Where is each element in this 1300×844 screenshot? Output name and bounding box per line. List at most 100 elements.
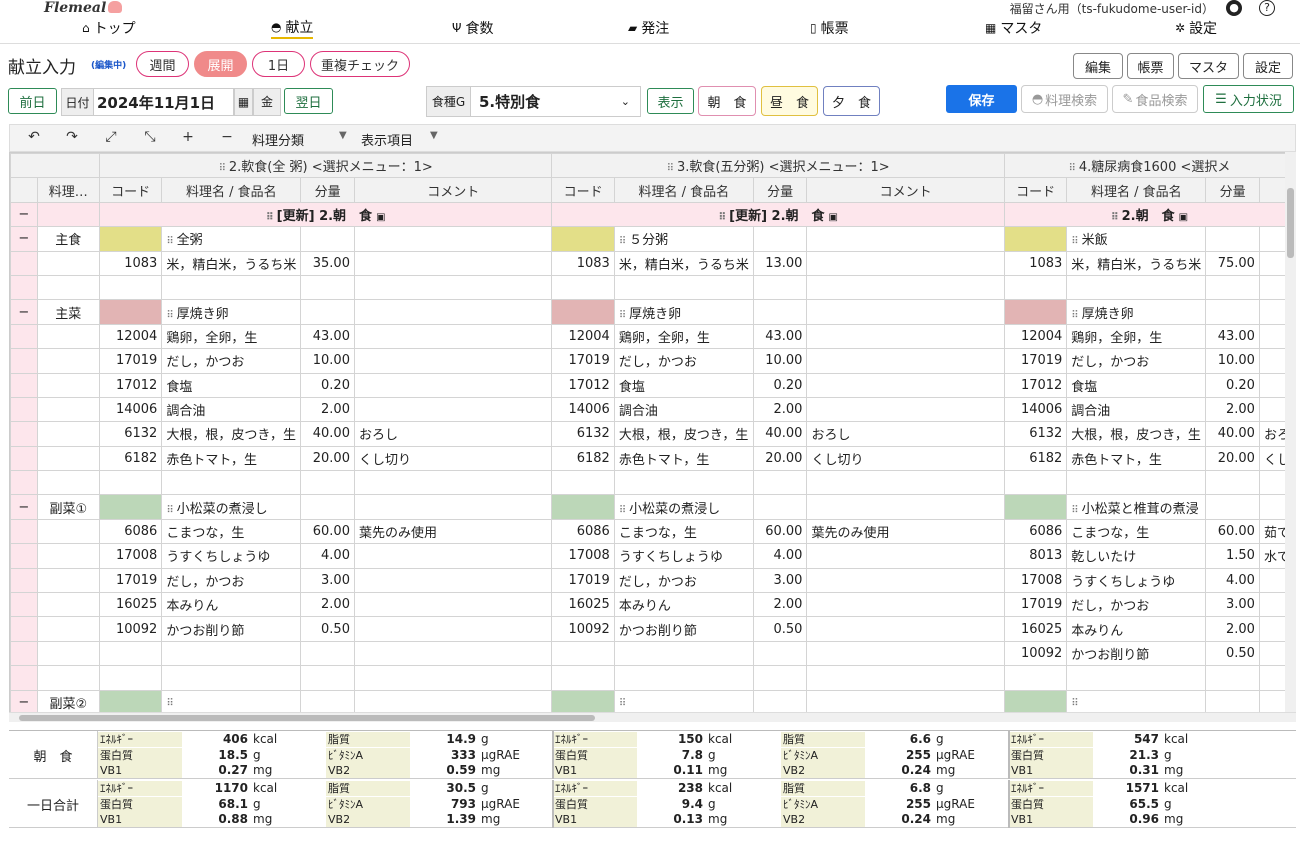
food-name[interactable]: 乾しいたけ [1066,543,1207,569]
food-amount[interactable]: 3.00 [300,567,355,594]
food-name[interactable]: 大根，根，皮つき，生 [161,421,302,447]
master-button[interactable]: マスタ [1178,53,1239,79]
food-amount[interactable]: 13.00 [752,250,808,276]
nav-top[interactable]: ⌂ トップ [82,17,136,39]
show-button[interactable]: 表示 [647,88,694,114]
food-name[interactable]: 調合油 [1066,396,1207,423]
food-name[interactable]: かつお削り節 [1066,640,1207,667]
nav-order[interactable]: ▰ 発注 [628,17,669,39]
food-code[interactable]: 17019 [551,348,615,374]
empty-cell[interactable] [300,470,355,496]
prev-day-button[interactable]: 前日 [8,88,57,114]
food-comment[interactable] [806,640,1005,667]
empty-cell[interactable] [1205,274,1260,301]
empty-cell[interactable] [551,470,615,496]
display-items-dropdown[interactable]: 表示項目 [361,130,413,149]
remove-row-icon[interactable]: − [217,129,237,145]
food-name[interactable]: かつお削り節 [161,616,302,642]
food-comment[interactable]: くし切り [353,445,553,472]
empty-cell[interactable] [551,665,615,691]
food-amount[interactable]: 0.50 [1205,640,1260,667]
food-amount[interactable]: 75.00 [1205,250,1260,276]
food-amount[interactable]: 2.00 [1205,396,1260,423]
food-name[interactable]: 赤色トマト，生 [613,445,754,472]
food-amount[interactable]: 40.00 [752,421,808,447]
food-code[interactable]: 6182 [551,445,615,472]
view-oneday-pill[interactable]: 1日 [252,51,305,77]
food-comment[interactable] [353,543,553,569]
food-amount[interactable]: 60.00 [300,518,355,545]
report-button[interactable]: 帳票 [1127,53,1174,79]
food-code[interactable]: 6182 [98,445,163,472]
food-code[interactable]: 14006 [551,396,615,423]
food-name[interactable]: うすくちしょうゆ [1066,567,1207,594]
food-name[interactable]: 本みりん [1066,616,1207,642]
food-code[interactable]: 12004 [98,323,163,350]
undo-icon[interactable]: ↶ [24,129,44,145]
food-code[interactable]: 17019 [551,567,615,594]
empty-cell[interactable] [161,470,302,496]
empty-cell[interactable] [98,665,163,691]
food-name[interactable]: だし，かつお [161,567,302,594]
dinner-button[interactable]: 夕 食 [823,86,880,116]
food-name[interactable]: 食塩 [1066,372,1207,398]
food-search-button[interactable]: ✎ 食品検索 [1112,85,1198,113]
dish-name-cell[interactable]: ⠿ ５分粥 [613,226,754,252]
empty-cell[interactable] [806,274,1005,301]
dish-name-cell[interactable]: ⠿ [1066,689,1207,715]
date-field[interactable]: 2024年11月1日 [94,88,234,116]
food-code[interactable]: 6132 [551,421,615,447]
food-code[interactable]: 16025 [551,592,615,618]
empty-cell[interactable] [161,274,302,301]
dish-name-cell[interactable]: ⠿ 小松菜と椎茸の煮浸 [1066,494,1207,520]
empty-cell[interactable] [752,665,808,691]
dish-name-cell[interactable]: ⠿ 厚焼き卵 [161,299,302,325]
food-code[interactable] [551,640,615,667]
collapse-icon[interactable]: ⤡ [140,129,160,145]
food-amount[interactable]: 4.00 [300,543,355,569]
empty-cell[interactable] [1066,665,1207,691]
food-comment[interactable] [353,592,553,618]
food-comment[interactable] [806,543,1005,569]
empty-cell[interactable] [300,665,355,691]
calendar-icon[interactable]: ▦ [234,88,253,116]
food-comment[interactable] [353,640,553,667]
food-amount[interactable]: 2.00 [1205,616,1260,642]
food-name[interactable]: だし，かつお [1066,592,1207,618]
collapse-toggle[interactable]: − [10,201,38,228]
food-comment[interactable] [806,250,1005,276]
food-amount[interactable]: 10.00 [1205,348,1260,374]
dish-name-cell[interactable]: ⠿ [613,689,754,715]
food-code[interactable]: 8013 [1003,543,1068,569]
dish-category-dropdown[interactable]: 料理分類 [252,130,304,149]
food-code[interactable]: 17012 [98,372,163,398]
empty-cell[interactable] [613,470,754,496]
food-amount[interactable]: 43.00 [752,323,808,350]
food-amount[interactable]: 10.00 [300,348,355,374]
empty-cell[interactable] [353,274,553,301]
food-name[interactable]: うすくちしょうゆ [613,543,754,569]
dish-name-cell[interactable]: ⠿ 小松菜の煮浸し [613,494,754,520]
collapse-toggle[interactable]: − [10,299,38,325]
food-name[interactable]: だし，かつお [161,348,302,374]
breakfast-button[interactable]: 朝 食 [698,86,756,116]
food-name[interactable]: 赤色トマト，生 [1066,445,1207,472]
food-amount[interactable]: 2.00 [752,396,808,423]
food-code[interactable]: 14006 [98,396,163,423]
food-amount[interactable]: 0.50 [752,616,808,642]
food-amount[interactable]: 60.00 [752,518,808,545]
food-comment[interactable] [353,372,553,398]
settings-button[interactable]: 設定 [1243,53,1293,79]
food-code[interactable]: 6132 [98,421,163,447]
dish-name-cell[interactable]: ⠿ 小松菜の煮浸し [161,494,302,520]
food-comment[interactable]: 葉先のみ使用 [806,518,1005,545]
empty-cell[interactable] [1205,470,1260,496]
view-expand-pill[interactable]: 展開 [194,51,247,77]
food-name[interactable]: 調合油 [161,396,302,423]
food-code[interactable]: 6086 [551,518,615,545]
input-status-button[interactable]: ☰ 入力状況 [1203,85,1294,113]
food-code[interactable]: 1083 [98,250,163,276]
food-amount[interactable]: 3.00 [752,567,808,594]
edit-button[interactable]: 編集 [1073,53,1123,79]
nav-menu[interactable]: ◓ 献立 [271,17,314,39]
